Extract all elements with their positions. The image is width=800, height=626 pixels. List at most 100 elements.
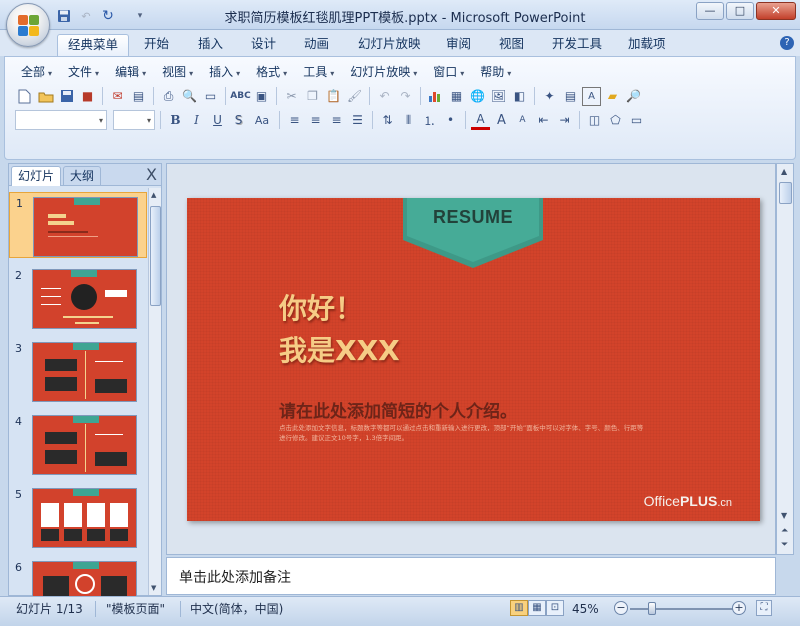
menu-format[interactable]: 格式 ▾ (248, 61, 295, 83)
new-file-icon[interactable] (15, 87, 34, 106)
new-slide-icon[interactable]: ✦ (540, 87, 559, 106)
spelling-icon[interactable]: ABC (230, 87, 250, 106)
tab-design[interactable]: 设计 (241, 34, 286, 56)
language-indicator[interactable]: 中文(简体，中国) (190, 600, 283, 618)
menu-all[interactable]: 全部 ▾ (13, 61, 60, 83)
normal-view-icon[interactable]: ▭ (201, 87, 220, 106)
menu-tools[interactable]: 工具 ▾ (295, 61, 342, 83)
menu-slideshow[interactable]: 幻灯片放映 ▾ (342, 61, 425, 83)
normal-view-button[interactable]: ▥ (510, 600, 528, 616)
office-button[interactable] (6, 3, 50, 47)
arrange-icon[interactable]: ◫ (585, 111, 604, 130)
zoom-out-button[interactable]: − (614, 601, 628, 615)
theme-name[interactable]: "模板页面" (106, 600, 165, 618)
paste-icon[interactable]: 📋 (324, 87, 343, 106)
slide-canvas[interactable]: RESUME 你好！ 我是XXX 请在此处添加简短的个人介绍。 点击此处添加文字… (187, 198, 760, 521)
next-slide-icon[interactable]: ⏷ (781, 540, 788, 550)
menu-file[interactable]: 文件 ▾ (60, 61, 107, 83)
help-icon[interactable]: ? (780, 36, 794, 50)
slide-thumbnail-2[interactable]: 2 (9, 265, 147, 331)
quick-styles-icon[interactable]: ▭ (627, 111, 646, 130)
slide-vertical-scrollbar[interactable]: ▲ ▼ ⏶ ⏷ (776, 163, 794, 555)
menu-edit[interactable]: 编辑 ▾ (107, 61, 154, 83)
cut-icon[interactable]: ✂ (282, 87, 301, 106)
scrollbar-thumb[interactable] (150, 206, 161, 306)
open-folder-icon[interactable] (36, 87, 55, 106)
print-preview-icon[interactable]: 🔍 (180, 87, 199, 106)
italic-button[interactable]: I (187, 111, 206, 130)
scrollbar-thumb[interactable] (779, 182, 792, 204)
previous-slide-icon[interactable]: ⏶ (781, 526, 788, 536)
zoom-search-icon[interactable]: 🔎 (624, 87, 643, 106)
increase-indent-icon[interactable]: ⇥ (555, 111, 574, 130)
slideshow-button[interactable]: ⊡ (546, 600, 564, 616)
tab-addins[interactable]: 加载项 (618, 34, 676, 56)
close-button[interactable]: ✕ (756, 2, 796, 20)
underline-button[interactable]: U (208, 111, 227, 130)
print-icon[interactable]: ⎙ (159, 87, 178, 106)
grow-font-icon[interactable]: A (492, 111, 511, 130)
menu-view[interactable]: 视图 ▾ (154, 61, 201, 83)
publish-icon[interactable]: ▤ (129, 87, 148, 106)
align-right-icon[interactable]: ≡ (327, 111, 346, 130)
bullets-icon[interactable]: • (441, 111, 460, 130)
scroll-up-icon[interactable]: ▲ (781, 167, 787, 176)
slide-sorter-button[interactable]: ▦ (528, 600, 546, 616)
slide-thumbnail-3[interactable]: 3 (9, 338, 147, 404)
table-icon[interactable]: ▦ (447, 87, 466, 106)
notes-placeholder[interactable]: 单击此处添加备注 (179, 567, 291, 587)
text-direction-icon[interactable]: ⇅ (378, 111, 397, 130)
greeting-line-2[interactable]: 我是XXX (279, 334, 400, 368)
format-painter-icon[interactable]: 🖌 (345, 87, 364, 106)
scroll-down-icon[interactable]: ▼ (151, 584, 156, 592)
greeting-line-1[interactable]: 你好！ (279, 292, 363, 326)
maximize-button[interactable]: □ (726, 2, 754, 20)
tab-home[interactable]: 开始 (134, 34, 179, 56)
change-case-button[interactable]: Aa (250, 111, 274, 130)
zoom-slider-thumb[interactable] (648, 602, 656, 615)
scroll-down-icon[interactable]: ▼ (781, 511, 787, 520)
undo-icon[interactable]: ↶ (375, 87, 394, 106)
layout-icon[interactable]: ▤ (561, 87, 580, 106)
zoom-level[interactable]: 45% (572, 600, 599, 618)
tab-developer[interactable]: 开发工具 (542, 34, 612, 56)
tab-slideshow[interactable]: 幻灯片放映 (348, 34, 431, 56)
numbering-icon[interactable]: ⒈ (420, 111, 439, 130)
textbox-icon[interactable]: A (582, 86, 601, 106)
shape-icon[interactable]: ⬠ (606, 111, 625, 130)
align-center-icon[interactable]: ≡ (306, 111, 325, 130)
undo-icon[interactable]: ↶ (78, 8, 94, 24)
picture-icon[interactable]: 🖼 (489, 87, 508, 106)
tab-outline[interactable]: 大纲 (63, 166, 102, 186)
columns-icon[interactable]: ⫴ (399, 111, 418, 130)
slides-panel-scrollbar[interactable]: ▲ ▼ (148, 188, 161, 595)
color-grayscale-icon[interactable]: ◧ (510, 87, 529, 106)
font-size-combo[interactable]: ▾ (113, 110, 155, 130)
close-icon[interactable]: X (146, 166, 157, 184)
tab-insert[interactable]: 插入 (188, 34, 233, 56)
slide-thumbnail-6[interactable]: 6 (9, 557, 147, 596)
shrink-font-icon[interactable]: A (513, 111, 532, 130)
chart-icon[interactable] (426, 87, 445, 106)
save-icon[interactable] (56, 8, 72, 24)
justify-icon[interactable]: ☰ (348, 111, 367, 130)
menu-insert[interactable]: 插入 ▾ (201, 61, 248, 83)
tab-slides[interactable]: 幻灯片 (11, 166, 62, 186)
scroll-up-icon[interactable]: ▲ (151, 191, 156, 199)
send-mail-icon[interactable]: ✉ (108, 87, 127, 106)
redo-icon[interactable]: ↻ (100, 8, 116, 24)
slide-thumbnail-4[interactable]: 4 (9, 411, 147, 477)
notes-pane[interactable]: 单击此处添加备注 (166, 557, 776, 595)
folder-icon[interactable]: ▰ (603, 87, 622, 106)
intro-heading[interactable]: 请在此处添加简短的个人介绍。 (279, 397, 517, 422)
shadow-button[interactable]: S (229, 111, 248, 130)
align-left-icon[interactable]: ≡ (285, 111, 304, 130)
copy-icon[interactable]: ❐ (303, 87, 322, 106)
slide-thumbnail-5[interactable]: 5 (9, 484, 147, 550)
zoom-in-button[interactable]: + (732, 601, 746, 615)
menu-help[interactable]: 帮助 ▾ (472, 61, 519, 83)
tab-animation[interactable]: 动画 (294, 34, 339, 56)
font-color-button[interactable]: A (471, 111, 490, 130)
save-icon[interactable] (57, 87, 76, 106)
minimize-button[interactable]: — (696, 2, 724, 20)
